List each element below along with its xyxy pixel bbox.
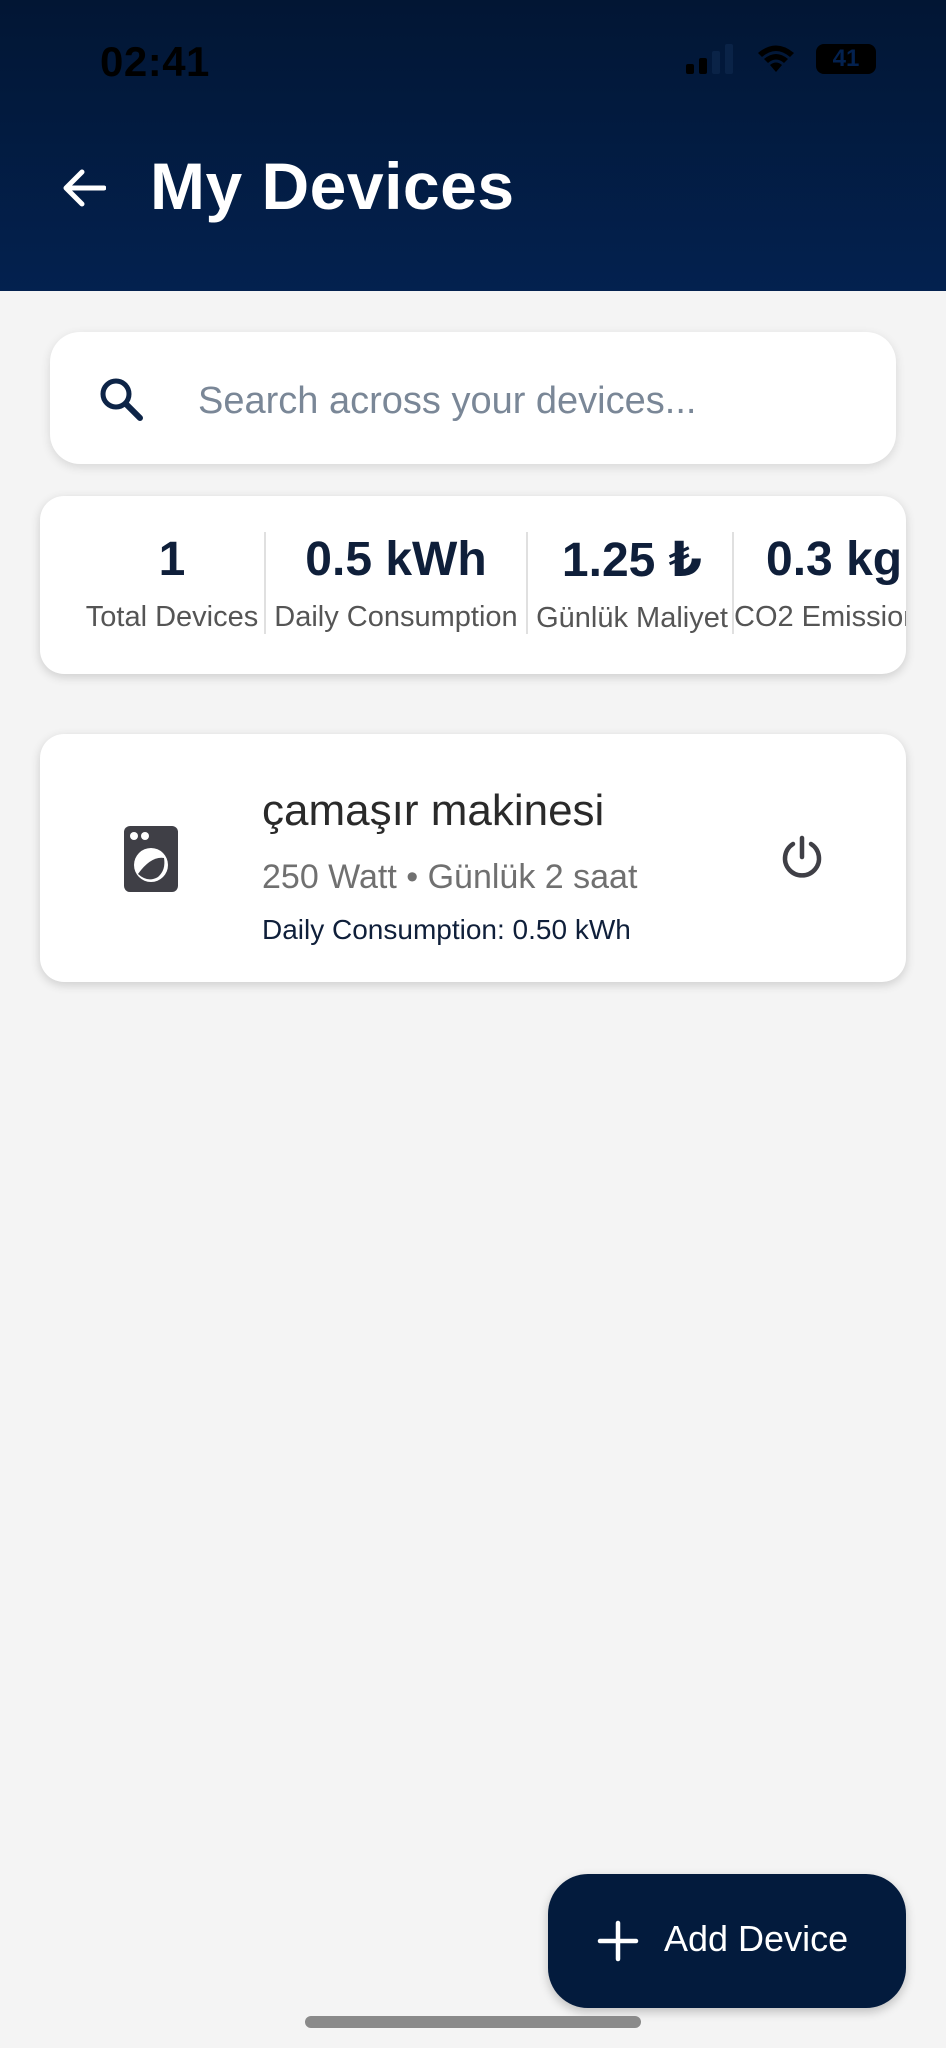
stat-co2-emissions: 0.3 kg CO2 Emissions xyxy=(734,532,906,634)
device-name: çamaşır makinesi xyxy=(262,786,605,835)
stat-label: Günlük Maliyet xyxy=(536,602,728,634)
battery-level: 41 xyxy=(832,45,860,72)
back-button[interactable] xyxy=(56,160,112,216)
add-device-label: Add Device xyxy=(664,1918,849,1959)
stat-total-devices: 1 Total Devices xyxy=(78,532,266,634)
stats-summary-card: 1 Total Devices 0.5 kWh Daily Consumptio… xyxy=(40,496,906,674)
washing-machine-icon xyxy=(124,826,178,892)
page-title: My Devices xyxy=(150,149,515,223)
app-header: 02:41 41 My Devices xyxy=(0,0,946,291)
stat-label: Total Devices xyxy=(85,601,259,633)
stat-value: 0.3 kg xyxy=(766,533,903,586)
arrow-left-icon xyxy=(63,169,106,207)
device-daily-consumption: Daily Consumption: 0.50 kWh xyxy=(262,914,631,945)
device-card[interactable]: çamaşır makinesi 250 Watt • Günlük 2 saa… xyxy=(40,734,906,982)
add-device-button[interactable]: Add Device xyxy=(548,1874,906,2008)
stat-value: 1 xyxy=(158,533,186,586)
stat-label: Daily Consumption xyxy=(274,601,518,633)
status-icons: 41 xyxy=(686,44,876,74)
search-icon xyxy=(100,378,143,421)
status-time: 02:41 xyxy=(100,38,210,85)
stat-value: 1.25 ₺ xyxy=(561,534,703,587)
stat-daily-cost: 1.25 ₺ Günlük Maliyet xyxy=(530,532,734,635)
stat-value: 0.5 kWh xyxy=(305,533,487,586)
stat-label: CO2 Emissions xyxy=(734,601,906,633)
search-input[interactable] xyxy=(196,370,860,432)
home-indicator[interactable] xyxy=(305,2016,641,2028)
wifi-icon xyxy=(758,45,794,72)
stat-divider xyxy=(264,532,266,634)
cellular-signal-icon xyxy=(686,44,733,74)
power-icon xyxy=(782,835,822,878)
stat-daily-consumption: 0.5 kWh Daily Consumption xyxy=(268,532,524,634)
battery-icon: 41 xyxy=(816,44,876,74)
device-power-button[interactable] xyxy=(770,826,834,890)
stat-divider xyxy=(526,532,528,634)
device-meta: 250 Watt • Günlük 2 saat xyxy=(262,858,638,896)
plus-icon xyxy=(597,1920,639,1962)
